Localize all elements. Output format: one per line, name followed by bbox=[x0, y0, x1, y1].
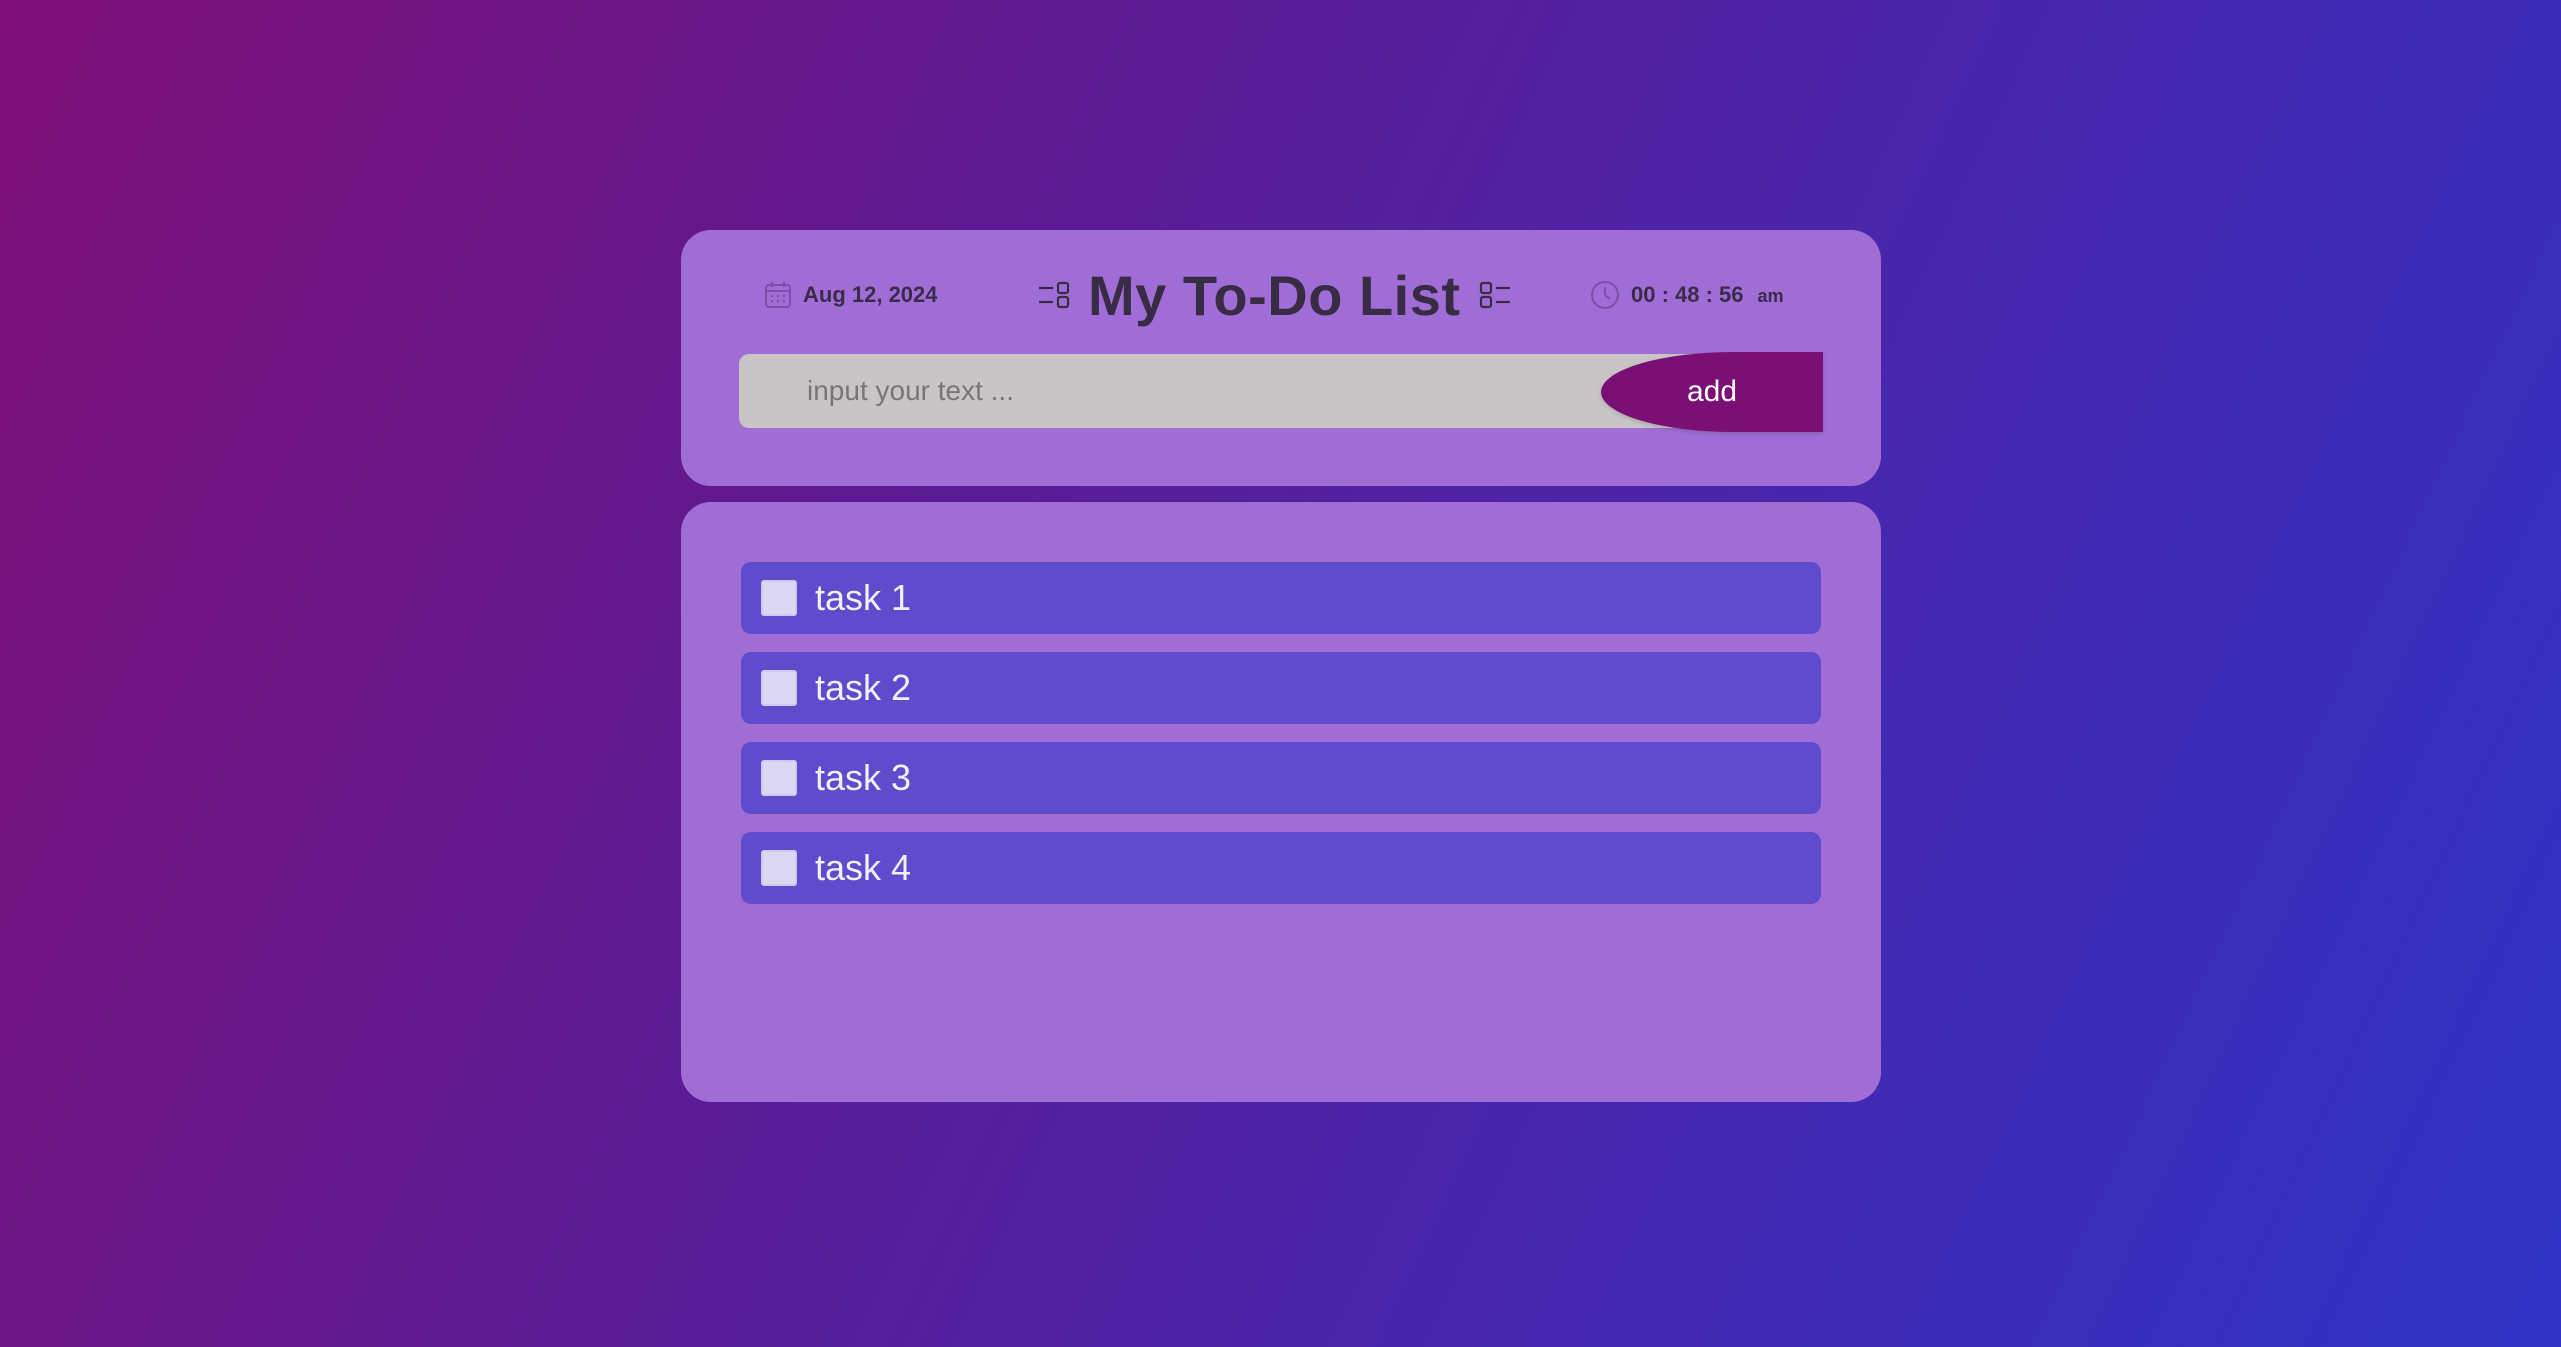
calendar-icon bbox=[763, 280, 793, 310]
add-task-row: add bbox=[739, 352, 1823, 432]
date-text: Aug 12, 2024 bbox=[803, 282, 938, 307]
header: Aug 12, 2024 My To-Do List 00: 48: 56 … bbox=[681, 260, 1881, 330]
ampm-text: am bbox=[1757, 286, 1784, 306]
task-item: task 4 bbox=[741, 832, 1821, 904]
task-label: task 4 bbox=[815, 847, 912, 888]
task-checkbox[interactable] bbox=[761, 760, 797, 796]
task-checkbox[interactable] bbox=[761, 850, 797, 886]
task-list-card: task 1 task 2 task 3 task 4 bbox=[681, 502, 1881, 1102]
page-title: My To-Do List bbox=[1088, 263, 1461, 327]
title-group: My To-Do List bbox=[1036, 260, 1513, 330]
time-text: 00 : 48 : 56 bbox=[1631, 282, 1744, 307]
date-display: Aug 12, 2024 bbox=[763, 260, 938, 330]
list-icon bbox=[1036, 277, 1072, 313]
task-checkbox[interactable] bbox=[761, 580, 797, 616]
task-label: task 2 bbox=[815, 667, 912, 708]
task-label: task 1 bbox=[815, 577, 912, 618]
task-checkbox[interactable] bbox=[761, 670, 797, 706]
task-item: task 2 bbox=[741, 652, 1821, 724]
header-card: Aug 12, 2024 My To-Do List 00: 48: 56 … bbox=[681, 230, 1881, 486]
task-input[interactable] bbox=[739, 354, 1739, 428]
task-item: task 3 bbox=[741, 742, 1821, 814]
clock-icon bbox=[1589, 279, 1621, 311]
checklist-icon bbox=[1477, 277, 1513, 313]
task-label: task 3 bbox=[815, 757, 912, 798]
task-list: task 1 task 2 task 3 task 4 bbox=[741, 562, 1821, 922]
task-item: task 1 bbox=[741, 562, 1821, 634]
time-display: 00 : 48 : 56 am bbox=[1589, 260, 1784, 330]
